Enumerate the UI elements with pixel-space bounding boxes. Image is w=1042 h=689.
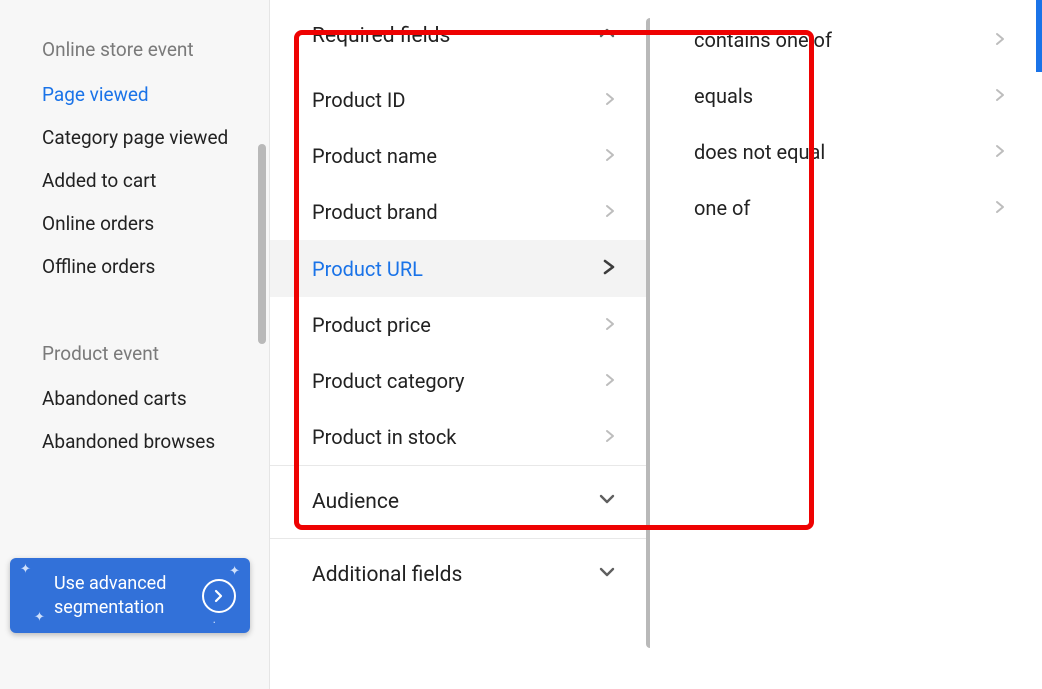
sidebar-section-product-event: Product event Abandoned carts Abandoned … [0,328,270,463]
field-item-product-price[interactable]: Product price [270,297,650,353]
chevron-right-icon [604,146,616,167]
field-label: Product in stock [312,425,456,449]
field-label: Product name [312,144,437,168]
chevron-right-icon [602,256,616,281]
sidebar-section-online-store: Online store event Page viewed Category … [0,24,270,288]
chevron-right-icon [604,202,616,223]
group-header-required-fields[interactable]: Required fields [270,0,650,72]
operator-label: contains one of [694,28,832,52]
group-label: Additional fields [312,563,462,587]
operator-label: one of [694,196,750,220]
operator-label: equals [694,84,753,108]
field-item-product-in-stock[interactable]: Product in stock [270,409,650,465]
chevron-right-icon [604,90,616,111]
operator-does-not-equal[interactable]: does not equal [650,124,1042,180]
sidebar-item-added-to-cart[interactable]: Added to cart [0,159,270,202]
group-header-additional-fields[interactable]: Additional fields [270,538,650,611]
circle-arrow-right-icon [202,579,236,613]
advanced-segmentation-button[interactable]: ✦ ✦ ✦ . Use advanced segmentation [10,558,250,633]
sparkle-icon: ✦ [20,562,31,579]
chevron-right-icon [994,86,1006,107]
sidebar-item-abandoned-carts[interactable]: Abandoned carts [0,377,270,420]
chevron-down-icon [598,490,616,514]
sidebar-heading-product-event: Product event [0,328,270,377]
chevron-down-icon [598,563,616,587]
sparkle-icon: ✦ [34,610,45,627]
field-item-product-url[interactable]: Product URL [270,240,650,297]
fields-panel: Required fields Product ID Product name … [270,0,650,689]
operator-equals[interactable]: equals [650,68,1042,124]
chevron-right-icon [994,142,1006,163]
sidebar-item-category-page-viewed[interactable]: Category page viewed [0,116,270,159]
chevron-right-icon [604,371,616,392]
group-header-audience[interactable]: Audience [270,465,650,538]
group-label: Required fields [312,24,450,48]
chevron-up-icon [598,24,616,48]
field-item-product-category[interactable]: Product category [270,353,650,409]
sparkle-icon: ✦ [229,564,240,581]
sidebar-item-offline-orders[interactable]: Offline orders [0,245,270,288]
operator-label: does not equal [694,140,825,164]
field-label: Product ID [312,88,405,112]
field-item-product-id[interactable]: Product ID [270,72,650,128]
sidebar-item-abandoned-browses[interactable]: Abandoned browses [0,420,270,463]
operator-contains-one-of[interactable]: contains one of [650,12,1042,68]
sidebar-heading-online-store: Online store event [0,24,270,73]
chevron-right-icon [994,198,1006,219]
app-frame: Online store event Page viewed Category … [0,0,1042,689]
field-label: Product price [312,313,431,337]
blue-edge-accent [1036,0,1042,72]
chevron-right-icon [604,427,616,448]
field-item-product-name[interactable]: Product name [270,128,650,184]
advanced-segmentation-label: Use advanced segmentation [54,572,196,619]
field-label: Product brand [312,200,438,224]
field-label: Product category [312,369,464,393]
sidebar-scrollbar[interactable] [258,144,266,344]
sparkle-icon: . [213,612,216,629]
sidebar-item-page-viewed[interactable]: Page viewed [0,73,270,116]
chevron-right-icon [604,315,616,336]
operator-one-of[interactable]: one of [650,180,1042,236]
left-sidebar: Online store event Page viewed Category … [0,0,270,689]
sidebar-item-online-orders[interactable]: Online orders [0,202,270,245]
field-label: Product URL [312,257,423,281]
group-label: Audience [312,490,399,514]
chevron-right-icon [994,30,1006,51]
field-item-product-brand[interactable]: Product brand [270,184,650,240]
operators-panel: contains one of equals does not equal on… [650,0,1042,689]
